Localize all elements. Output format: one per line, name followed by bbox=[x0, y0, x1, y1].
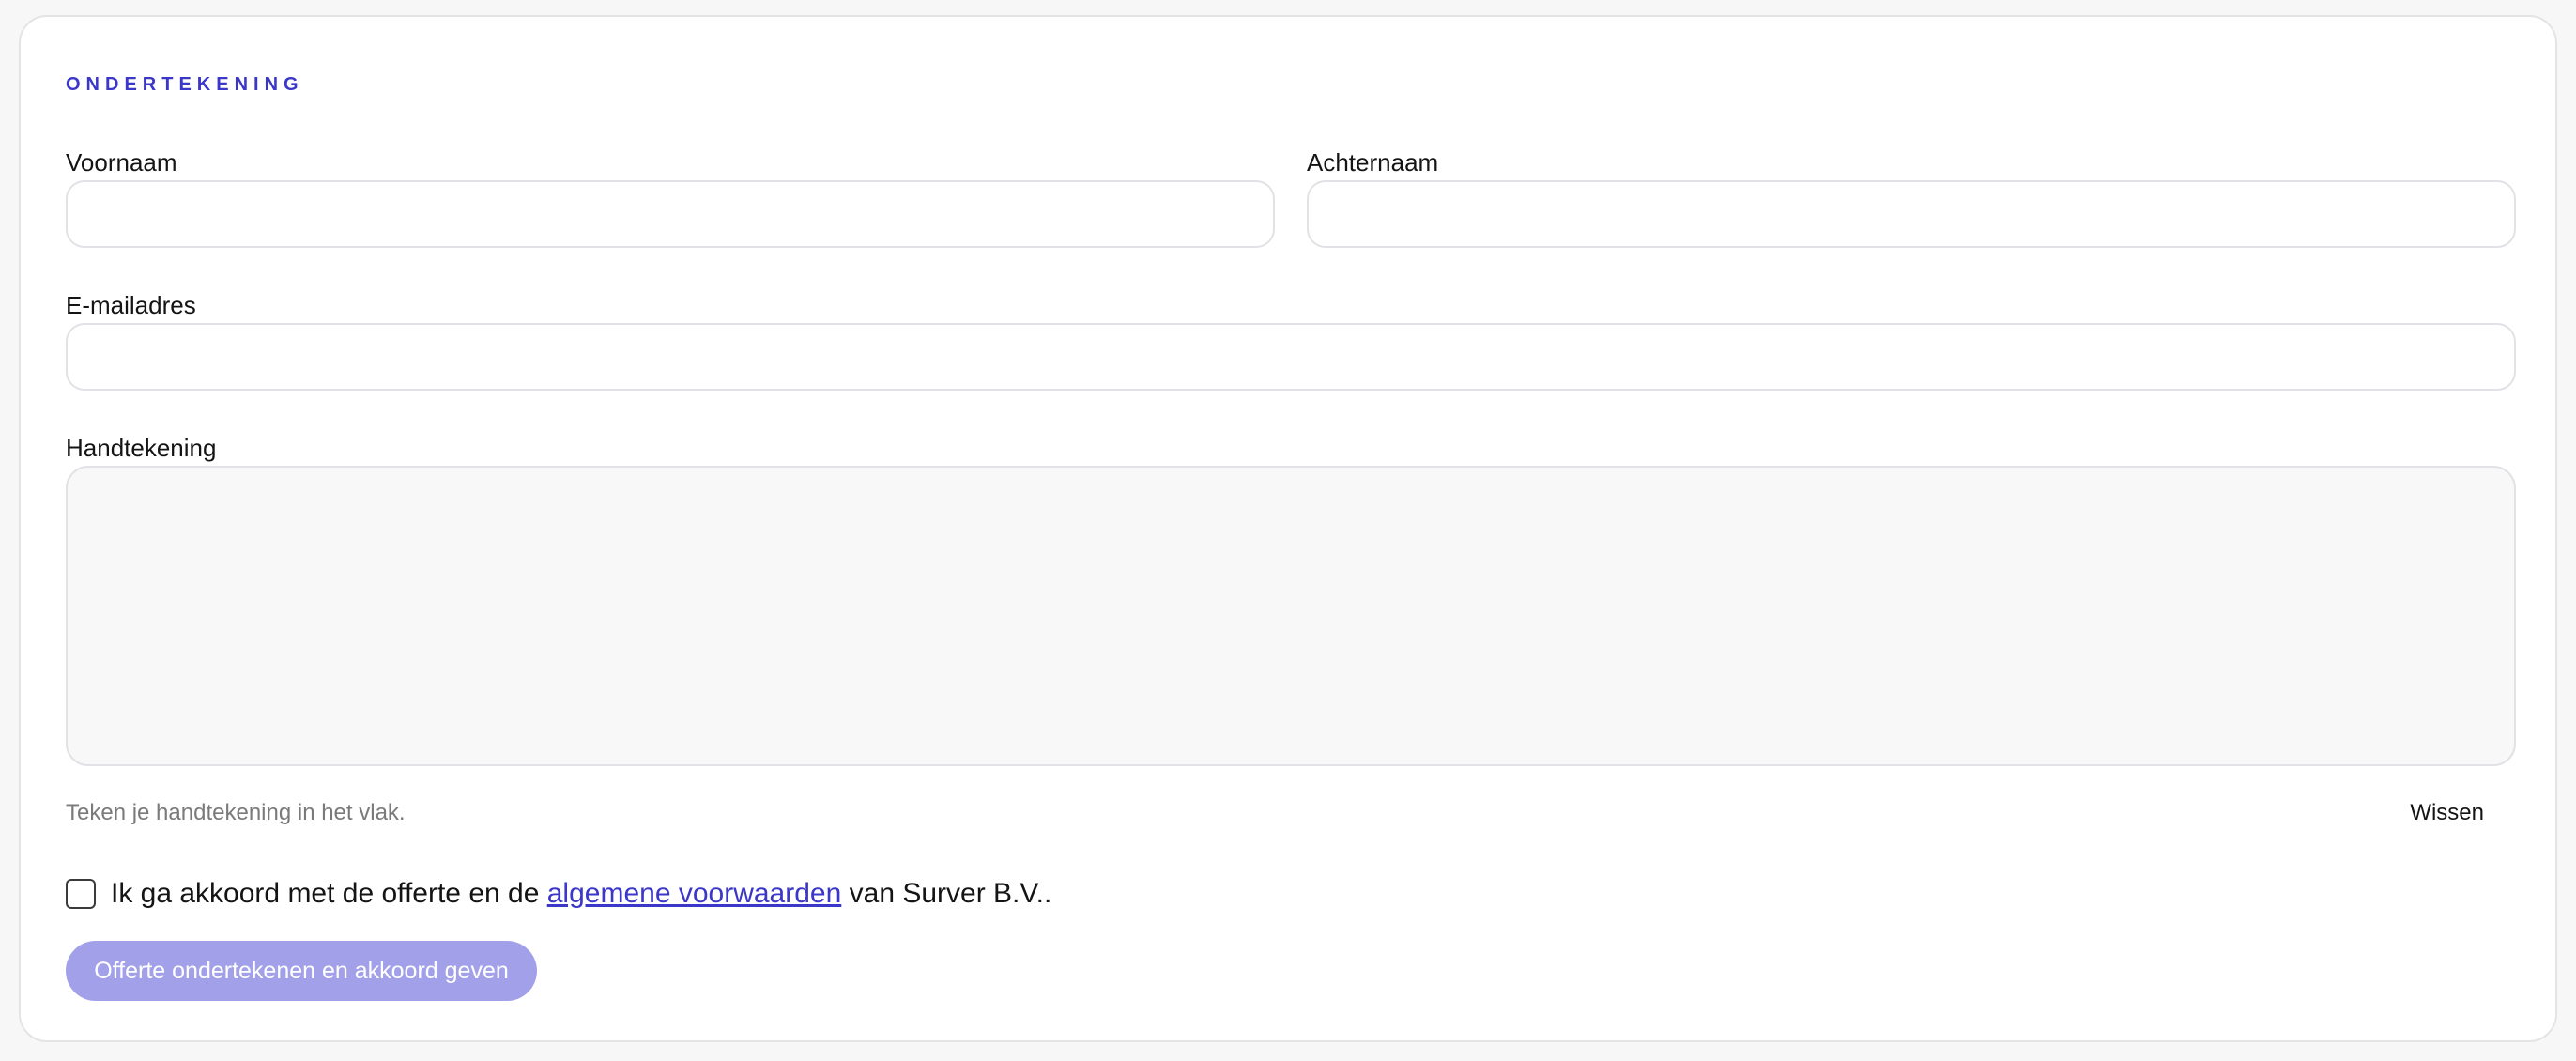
first-name-label: Voornaam bbox=[66, 148, 177, 177]
consent-row: Ik ga akkoord met de offerte en de algem… bbox=[66, 875, 1051, 913]
signature-pad[interactable] bbox=[66, 466, 2516, 766]
sign-and-accept-button[interactable]: Offerte ondertekenen en akkoord geven bbox=[66, 941, 537, 1001]
terms-link[interactable]: algemene voorwaarden bbox=[547, 878, 842, 909]
signature-hint: Teken je handtekening in het vlak. bbox=[66, 800, 406, 825]
first-name-input[interactable] bbox=[66, 180, 1275, 248]
consent-text-suffix: van Surver B.V.. bbox=[841, 878, 1052, 909]
last-name-label: Achternaam bbox=[1307, 148, 1439, 177]
section-title: ONDERTEKENING bbox=[66, 74, 304, 95]
email-input[interactable] bbox=[66, 323, 2516, 391]
email-label: E-mailadres bbox=[66, 291, 196, 319]
signature-label: Handtekening bbox=[66, 434, 217, 462]
signature-card: ONDERTEKENING Voornaam Achternaam E-mail… bbox=[19, 15, 2557, 1042]
last-name-input[interactable] bbox=[1307, 180, 2516, 248]
consent-text-prefix: Ik ga akkoord met de offerte en de bbox=[111, 878, 547, 909]
consent-text: Ik ga akkoord met de offerte en de algem… bbox=[111, 880, 1051, 908]
consent-checkbox[interactable] bbox=[66, 879, 96, 909]
clear-signature-button[interactable]: Wissen bbox=[2410, 798, 2484, 828]
